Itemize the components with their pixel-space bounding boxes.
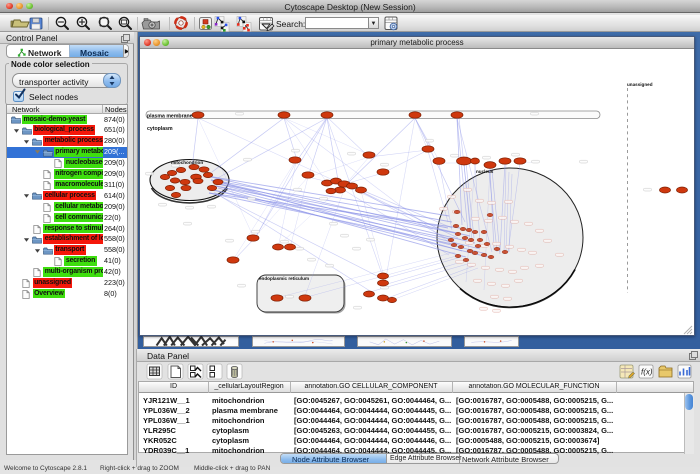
- svg-text:f(x): f(x): [641, 368, 653, 377]
- svg-text:cytoplasm: cytoplasm: [147, 126, 173, 132]
- svg-text:mitochondrion: mitochondrion: [171, 160, 203, 165]
- svg-text:plasma membrane: plasma membrane: [147, 114, 193, 120]
- svg-text:nucleus: nucleus: [476, 169, 494, 174]
- svg-text:endoplasmic reticulum: endoplasmic reticulum: [259, 276, 309, 281]
- svg-text:unassigned: unassigned: [627, 82, 653, 87]
